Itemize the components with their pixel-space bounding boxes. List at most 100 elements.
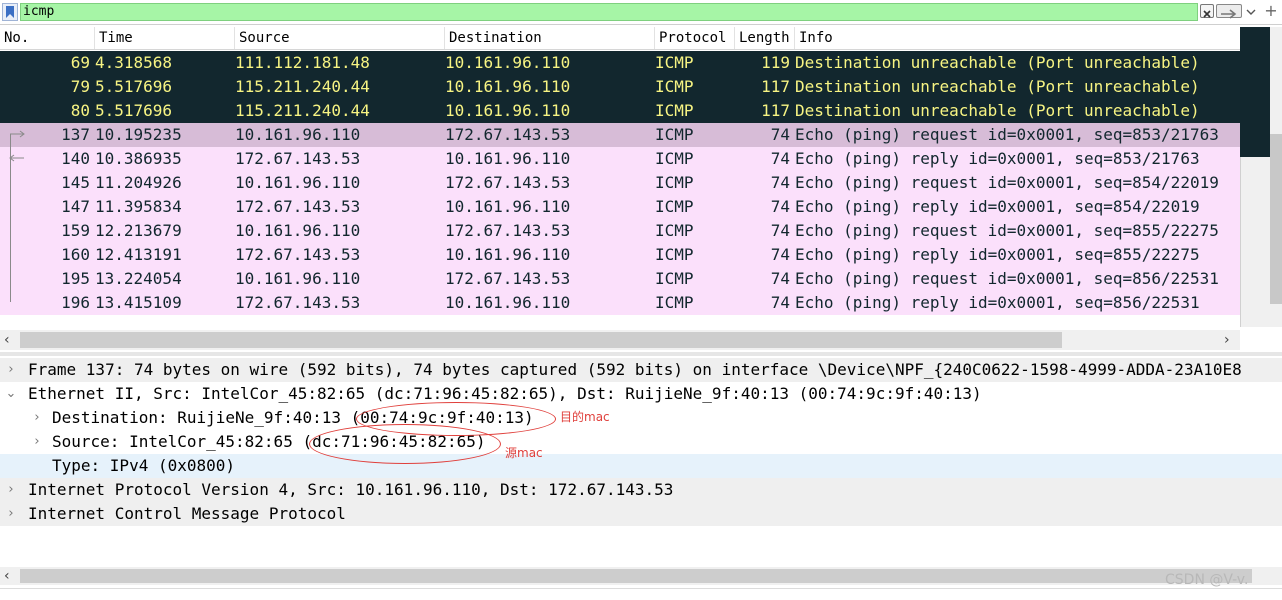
tree-item-ipv4[interactable]: › Internet Protocol Version 4, Src: 10.1… <box>0 478 1282 502</box>
packet-cell-dst: 172.67.143.53 <box>445 221 571 240</box>
packet-cell-len: 74 <box>770 269 790 288</box>
details-hscroll-thumb[interactable] <box>20 569 1252 583</box>
packet-cell-dst: 10.161.96.110 <box>445 149 571 168</box>
packet-cell-dst: 172.67.143.53 <box>445 269 571 288</box>
expand-arrow-icon[interactable]: › <box>30 430 44 454</box>
packet-cell-dst: 172.67.143.53 <box>445 125 571 144</box>
clear-filter-icon[interactable] <box>1200 4 1214 18</box>
expand-arrow-icon[interactable]: › <box>4 358 18 382</box>
packet-cell-time: 4.318568 <box>95 53 173 72</box>
column-header-info[interactable]: Info <box>795 27 1240 49</box>
tree-item-ipv4-label: Internet Protocol Version 4, Src: 10.161… <box>28 480 674 499</box>
column-header-length[interactable]: Length <box>735 27 795 49</box>
scroll-left-arrow-icon[interactable]: ‹ <box>4 332 10 348</box>
apply-filter-arrow-icon[interactable] <box>1216 4 1242 19</box>
collapse-arrow-icon[interactable]: ⌄ <box>4 382 18 406</box>
tree-item-ethernet[interactable]: ⌄ Ethernet II, Src: IntelCor_45:82:65 (d… <box>0 382 1282 406</box>
packet-cell-dst: 10.161.96.110 <box>445 101 571 120</box>
packet-list-hscroll-thumb[interactable] <box>20 332 1062 348</box>
tree-item-eth-type-label: Type: IPv4 (0x0800) <box>52 456 236 475</box>
packet-cell-dst: 10.161.96.110 <box>445 77 571 96</box>
expand-arrow-icon[interactable]: › <box>30 406 44 430</box>
packet-cell-src: 111.112.181.48 <box>235 53 370 72</box>
status-bar <box>0 588 1282 600</box>
tree-item-eth-destination[interactable]: › Destination: RuijieNe_9f:40:13 (00:74:… <box>0 406 1282 430</box>
packet-row[interactable]: 195 13.224054 10.161.96.110 172.67.143.53 IC… <box>0 267 1240 291</box>
packet-cell-info: Echo (ping) request id=0x0001, seq=855/2… <box>795 221 1219 240</box>
column-header-protocol[interactable]: Protocol <box>655 27 735 49</box>
packet-cell-no: 147 <box>61 197 90 216</box>
packet-cell-src: 172.67.143.53 <box>235 293 361 312</box>
packet-cell-src: 172.67.143.53 <box>235 149 361 168</box>
packet-cell-dst: 172.67.143.53 <box>445 173 571 192</box>
packet-row[interactable]: 137 10.195235 10.161.96.110 172.67.143.53 IC… <box>0 123 1240 147</box>
packet-cell-proto: ICMP <box>655 53 694 72</box>
column-header-time[interactable]: Time <box>95 27 235 49</box>
packet-cell-proto: ICMP <box>655 125 694 144</box>
packet-cell-time: 12.213679 <box>95 221 182 240</box>
packet-cell-proto: ICMP <box>655 293 694 312</box>
packet-cell-no: 80 <box>70 101 90 120</box>
packet-row[interactable]: 140 10.386935 172.67.143.53 10.161.96.110 IC… <box>0 147 1240 171</box>
tree-item-ethernet-label: Ethernet II, Src: IntelCor_45:82:65 (dc:… <box>28 384 982 403</box>
tree-item-icmp-label: Internet Control Message Protocol <box>28 504 346 523</box>
packet-cell-proto: ICMP <box>655 221 694 240</box>
packet-cell-proto: ICMP <box>655 149 694 168</box>
packet-cell-time: 5.517696 <box>95 77 173 96</box>
column-header-no[interactable]: No. <box>0 27 95 49</box>
packet-list-scroll-thumb[interactable] <box>1270 134 1282 304</box>
packet-cell-info: Echo (ping) request id=0x0001, seq=856/2… <box>795 269 1219 288</box>
packet-cell-time: 11.204926 <box>95 173 182 192</box>
packet-row[interactable]: 160 12.413191 172.67.143.53 10.161.96.110 IC… <box>0 243 1240 267</box>
column-header-destination[interactable]: Destination <box>445 27 655 49</box>
packet-row[interactable]: 147 11.395834 172.67.143.53 10.161.96.110 IC… <box>0 195 1240 219</box>
packet-minimap <box>1240 27 1270 157</box>
expand-arrow-icon[interactable]: › <box>4 478 18 502</box>
packet-row[interactable]: 196 13.415109 172.67.143.53 10.161.96.110 IC… <box>0 291 1240 315</box>
packet-cell-no: 69 <box>70 53 90 72</box>
expand-arrow-icon[interactable]: › <box>4 502 18 526</box>
tree-item-icmp[interactable]: › Internet Control Message Protocol <box>0 502 1282 526</box>
packet-cell-src: 115.211.240.44 <box>235 77 370 96</box>
display-filter-input[interactable]: icmp <box>20 3 1198 21</box>
packet-cell-no: 196 <box>61 293 90 312</box>
packet-cell-len: 74 <box>770 173 790 192</box>
add-filter-button-icon[interactable]: + <box>1262 2 1280 20</box>
packet-cell-info: Echo (ping) reply id=0x0001, seq=855/222… <box>795 245 1200 264</box>
packet-cell-len: 74 <box>770 245 790 264</box>
packet-cell-proto: ICMP <box>655 269 694 288</box>
packet-cell-len: 74 <box>770 149 790 168</box>
tree-item-frame[interactable]: › Frame 137: 74 bytes on wire (592 bits)… <box>0 358 1282 382</box>
packet-cell-time: 13.415109 <box>95 293 182 312</box>
packet-row[interactable]: 80 5.517696 115.211.240.44 10.161.96.110 ICM… <box>0 99 1240 123</box>
pane-splitter[interactable] <box>0 352 1282 356</box>
packet-cell-time: 11.395834 <box>95 197 182 216</box>
column-header-source[interactable]: Source <box>235 27 445 49</box>
packet-cell-no: 79 <box>70 77 90 96</box>
packet-list-header: No. Time Source Destination Protocol Len… <box>0 27 1240 50</box>
packet-row[interactable]: 159 12.213679 10.161.96.110 172.67.143.53 IC… <box>0 219 1240 243</box>
scroll-right-arrow-icon[interactable]: › <box>1224 332 1230 348</box>
packet-row[interactable]: 69 4.318568 111.112.181.48 10.161.96.110 ICM… <box>0 51 1240 75</box>
packet-cell-info: Echo (ping) reply id=0x0001, seq=856/225… <box>795 293 1200 312</box>
packet-cell-time: 10.195235 <box>95 125 182 144</box>
packet-cell-info: Echo (ping) request id=0x0001, seq=854/2… <box>795 173 1219 192</box>
packet-cell-proto: ICMP <box>655 101 694 120</box>
packet-cell-no: 195 <box>61 269 90 288</box>
tree-item-eth-source[interactable]: › Source: IntelCor_45:82:65 (dc:71:96:45… <box>0 430 1282 454</box>
filter-history-dropdown-icon[interactable] <box>1244 4 1258 18</box>
tree-item-frame-label: Frame 137: 74 bytes on wire (592 bits), … <box>28 360 1242 379</box>
bookmark-icon[interactable] <box>2 3 18 21</box>
packet-row[interactable]: 145 11.204926 10.161.96.110 172.67.143.53 IC… <box>0 171 1240 195</box>
packet-row[interactable]: 79 5.517696 115.211.240.44 10.161.96.110 ICM… <box>0 75 1240 99</box>
packet-cell-time: 12.413191 <box>95 245 182 264</box>
display-filter-bar: icmp + <box>0 0 1282 25</box>
packet-cell-src: 115.211.240.44 <box>235 101 370 120</box>
packet-cell-time: 5.517696 <box>95 101 173 120</box>
packet-cell-len: 117 <box>761 77 790 96</box>
packet-cell-info: Echo (ping) reply id=0x0001, seq=854/220… <box>795 197 1200 216</box>
details-scroll-left-arrow-icon[interactable]: ‹ <box>4 568 10 584</box>
tree-item-eth-type[interactable]: Type: IPv4 (0x0800) <box>0 454 1282 478</box>
packet-cell-len: 74 <box>770 293 790 312</box>
packet-cell-info: Echo (ping) request id=0x0001, seq=853/2… <box>795 125 1219 144</box>
